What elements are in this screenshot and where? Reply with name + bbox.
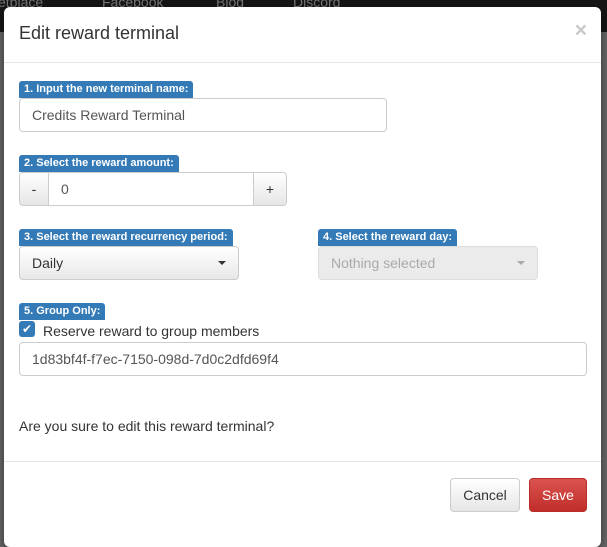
recurrency-period-select[interactable]: Daily: [19, 246, 239, 280]
decrement-button[interactable]: -: [19, 172, 49, 206]
group-only-checkbox[interactable]: ✔: [19, 321, 35, 337]
modal-footer: Cancel Save: [4, 461, 601, 541]
confirm-text: Are you sure to edit this reward termina…: [19, 418, 275, 434]
reward-amount-input[interactable]: 0: [48, 172, 254, 206]
close-icon[interactable]: ×: [575, 19, 587, 43]
group-only-checkbox-label[interactable]: Reserve reward to group members: [43, 323, 259, 339]
caret-down-icon: [218, 261, 226, 265]
step2-label: 2. Select the reward amount:: [19, 155, 179, 172]
modal-title: Edit reward terminal: [19, 23, 180, 43]
caret-down-icon: [517, 261, 525, 265]
group-id-input[interactable]: 1d83bf4f-f7ec-7150-098d-7d0c2dfd69f4: [19, 342, 587, 376]
step1-label: 1. Input the new terminal name:: [19, 81, 194, 98]
modal-header: Edit reward terminal ×: [4, 7, 601, 63]
step4-label: 4. Select the reward day:: [318, 229, 457, 246]
edit-reward-terminal-modal: Edit reward terminal × 1. Input the new …: [4, 7, 601, 547]
cancel-button[interactable]: Cancel: [450, 478, 520, 512]
terminal-name-input[interactable]: Credits Reward Terminal: [19, 98, 387, 132]
reward-day-select[interactable]: Nothing selected: [318, 246, 538, 280]
step5-label: 5. Group Only:: [19, 303, 106, 320]
reward-day-placeholder: Nothing selected: [331, 255, 436, 271]
save-button[interactable]: Save: [529, 478, 587, 512]
step3-label: 3. Select the reward recurrency period:: [19, 229, 233, 246]
increment-button[interactable]: +: [253, 172, 287, 206]
recurrency-period-value: Daily: [32, 255, 64, 271]
